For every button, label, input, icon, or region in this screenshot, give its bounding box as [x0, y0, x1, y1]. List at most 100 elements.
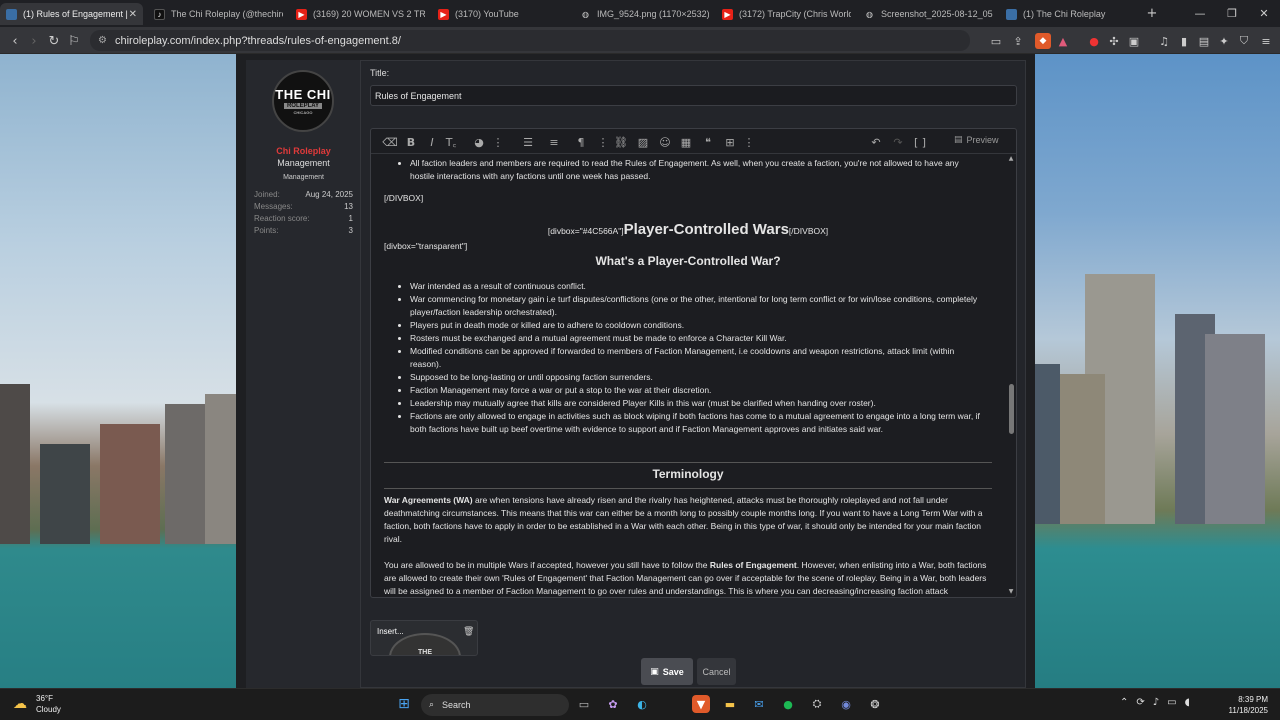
close-tab-icon[interactable]: ✕	[129, 9, 137, 20]
browser-tab-image[interactable]: ◍ IMG_9524.png (1170×2532)	[574, 3, 709, 25]
scrollbar-thumb[interactable]	[1009, 384, 1014, 434]
spotify-icon[interactable]: ●	[779, 695, 797, 713]
ublock-icon[interactable]: ●	[1086, 33, 1102, 49]
display-icon[interactable]: ▭	[1167, 697, 1176, 708]
preview-icon: ▤	[954, 135, 963, 145]
menu-icon[interactable]: ≡	[1258, 33, 1274, 49]
close-window-button[interactable]: ✕	[1248, 0, 1280, 27]
list-item: Supposed to be long-lasting or until opp…	[410, 371, 983, 384]
globe-icon: ◍	[866, 9, 873, 19]
bold-icon[interactable]: B	[404, 135, 418, 149]
para-bold: Rules of Engagement	[709, 560, 797, 570]
bbcode-toggle-icon[interactable]: [ ]	[913, 135, 927, 149]
url-text: chiroleplay.com/index.php?threads/rules-…	[114, 34, 401, 47]
color-palette-icon[interactable]: ◕	[472, 135, 486, 149]
vpn-icon[interactable]: ⛉	[1236, 33, 1252, 49]
table-icon[interactable]: ⊞	[723, 135, 737, 149]
user-avatar[interactable]: THE CHI ROLEPLAY CHICAGO	[272, 70, 334, 132]
attachment-thumbnail[interactable]: THE Insert... 🗑	[370, 620, 478, 656]
back-icon[interactable]: ‹	[6, 32, 24, 50]
more-options-icon-2[interactable]: ⋮	[596, 135, 610, 149]
more-options-icon-3[interactable]: ⋮	[742, 135, 756, 149]
editor-content[interactable]: All faction leaders and members are requ…	[371, 154, 1005, 597]
chatgpt-icon[interactable]: ❂	[866, 695, 884, 713]
trash-icon[interactable]: 🗑	[463, 627, 474, 637]
text-size-icon[interactable]: T꜀	[444, 135, 458, 149]
scroll-down-icon[interactable]: ▼	[1006, 588, 1016, 595]
term-bold: War Agreements (WA)	[384, 495, 473, 505]
discord-icon[interactable]: ◉	[837, 695, 855, 713]
smilie-icon[interactable]: ☺	[658, 135, 672, 149]
tab-label: (3170) YouTube	[455, 9, 519, 19]
address-toolbar: ‹ › ↻ ⚐ ⚙ chiroleplay.com/index.php?thre…	[0, 27, 1280, 54]
file-explorer-icon[interactable]: ▬	[721, 695, 739, 713]
redo-icon[interactable]: ↷	[891, 135, 905, 149]
username-link[interactable]: Chi Roleplay	[246, 146, 361, 156]
link-icon[interactable]: ⛓	[614, 135, 628, 149]
scroll-up-icon[interactable]: ▲	[1006, 155, 1016, 162]
browser-tab-youtube-2[interactable]: ▶ (3170) YouTube	[432, 3, 567, 25]
title-label: Title:	[370, 68, 390, 78]
brave-shield-icon[interactable]: ◆	[1035, 33, 1051, 49]
bullet-list-top: All faction leaders and members are requ…	[393, 157, 983, 183]
save-button[interactable]: ▣ Save	[641, 658, 693, 685]
volume-icon[interactable]: ◖	[1185, 697, 1190, 708]
clock-date: 11/18/2025	[1228, 706, 1268, 715]
browser-tab-rules[interactable]: (1) Rules of Engagement | ✕	[0, 3, 143, 25]
start-icon[interactable]: ⊞	[395, 695, 413, 713]
weather-widget[interactable]: ☁ 36°F Cloudy	[10, 693, 61, 715]
divbox-close-tag: [/DIVBOX]	[384, 193, 424, 203]
browser-tab-youtube-1[interactable]: ▶ (3169) 20 WOMEN VS 2 TROLL	[290, 3, 425, 25]
bullet-list-pcw: War intended as a result of continuous c…	[393, 280, 983, 436]
system-clock[interactable]: 8:39 PM 11/18/2025	[1222, 694, 1268, 716]
preview-button[interactable]: ▤ Preview	[954, 135, 999, 145]
screenshot-icon[interactable]: ▣	[1126, 33, 1142, 49]
app-icon[interactable]: ⛭	[808, 695, 826, 713]
share-icon[interactable]: ⇪	[1010, 33, 1026, 49]
media-embed-icon[interactable]: ▦	[679, 135, 693, 149]
list-icon[interactable]: ☰	[521, 135, 535, 149]
insert-button[interactable]: Insert...	[377, 627, 404, 636]
ai-icon[interactable]: ✦	[1216, 33, 1232, 49]
title-input[interactable]: Rules of Engagement	[370, 85, 1017, 106]
undo-icon[interactable]: ↶	[869, 135, 883, 149]
editor-scrollbar[interactable]: ▲ ▼	[1006, 154, 1016, 597]
reload-icon[interactable]: ↻	[45, 32, 63, 50]
extensions-icon[interactable]: ✣	[1106, 33, 1122, 49]
sidebar-icon[interactable]: ▮	[1176, 33, 1192, 49]
image-icon[interactable]: ▨	[636, 135, 650, 149]
rewards-icon[interactable]: ▲	[1055, 33, 1071, 49]
term-text: are when tensions have already risen and…	[384, 495, 983, 544]
task-view-icon[interactable]: ▭	[575, 695, 593, 713]
stat-reaction: Reaction score: 1	[254, 214, 353, 223]
browser-tab-screenshot[interactable]: ◍ Screenshot_2025-08-12_0503	[858, 3, 993, 25]
paragraph-icon[interactable]: ¶	[574, 135, 588, 149]
url-field[interactable]: ⚙ chiroleplay.com/index.php?threads/rule…	[90, 30, 970, 51]
outlook-icon[interactable]: ✉	[750, 695, 768, 713]
align-icon[interactable]: ≡	[547, 135, 561, 149]
browser-tab-youtube-3[interactable]: ▶ (3172) TrapCity (Chris World) H	[716, 3, 851, 25]
browser-tab-tiktok[interactable]: ♪ The Chi Roleplay (@thechirolep	[148, 3, 283, 25]
chevron-up-icon[interactable]: ⌃	[1120, 697, 1128, 708]
new-tab-button[interactable]: +	[1144, 5, 1160, 21]
clear-format-icon[interactable]: ⌫	[382, 135, 398, 149]
cast-icon[interactable]: ▭	[988, 33, 1004, 49]
microphone-icon[interactable]: ♪	[1153, 697, 1159, 708]
media-icon[interactable]: ♫	[1156, 33, 1172, 49]
browser-tab-chi[interactable]: (1) The Chi Roleplay	[1000, 3, 1135, 25]
more-options-icon[interactable]: ⋮	[491, 135, 505, 149]
forward-icon[interactable]: ›	[25, 32, 43, 50]
cancel-button[interactable]: Cancel	[697, 658, 736, 685]
bookmark-icon[interactable]: ⚐	[65, 32, 83, 50]
taskbar-search[interactable]: ⌕ Search	[421, 694, 569, 716]
italic-icon[interactable]: I	[425, 135, 439, 149]
copilot-icon[interactable]: ✿	[604, 695, 622, 713]
brave-icon[interactable]: ▼	[692, 695, 710, 713]
edge-icon[interactable]: ◐	[633, 695, 651, 713]
quote-icon[interactable]: ❝	[701, 135, 715, 149]
minimize-button[interactable]: —	[1184, 0, 1216, 27]
network-icon[interactable]: ⟳	[1136, 697, 1144, 708]
wallet-icon[interactable]: ▤	[1196, 33, 1212, 49]
site-settings-icon[interactable]: ⚙	[98, 35, 107, 46]
maximize-button[interactable]: ❐	[1216, 0, 1248, 27]
